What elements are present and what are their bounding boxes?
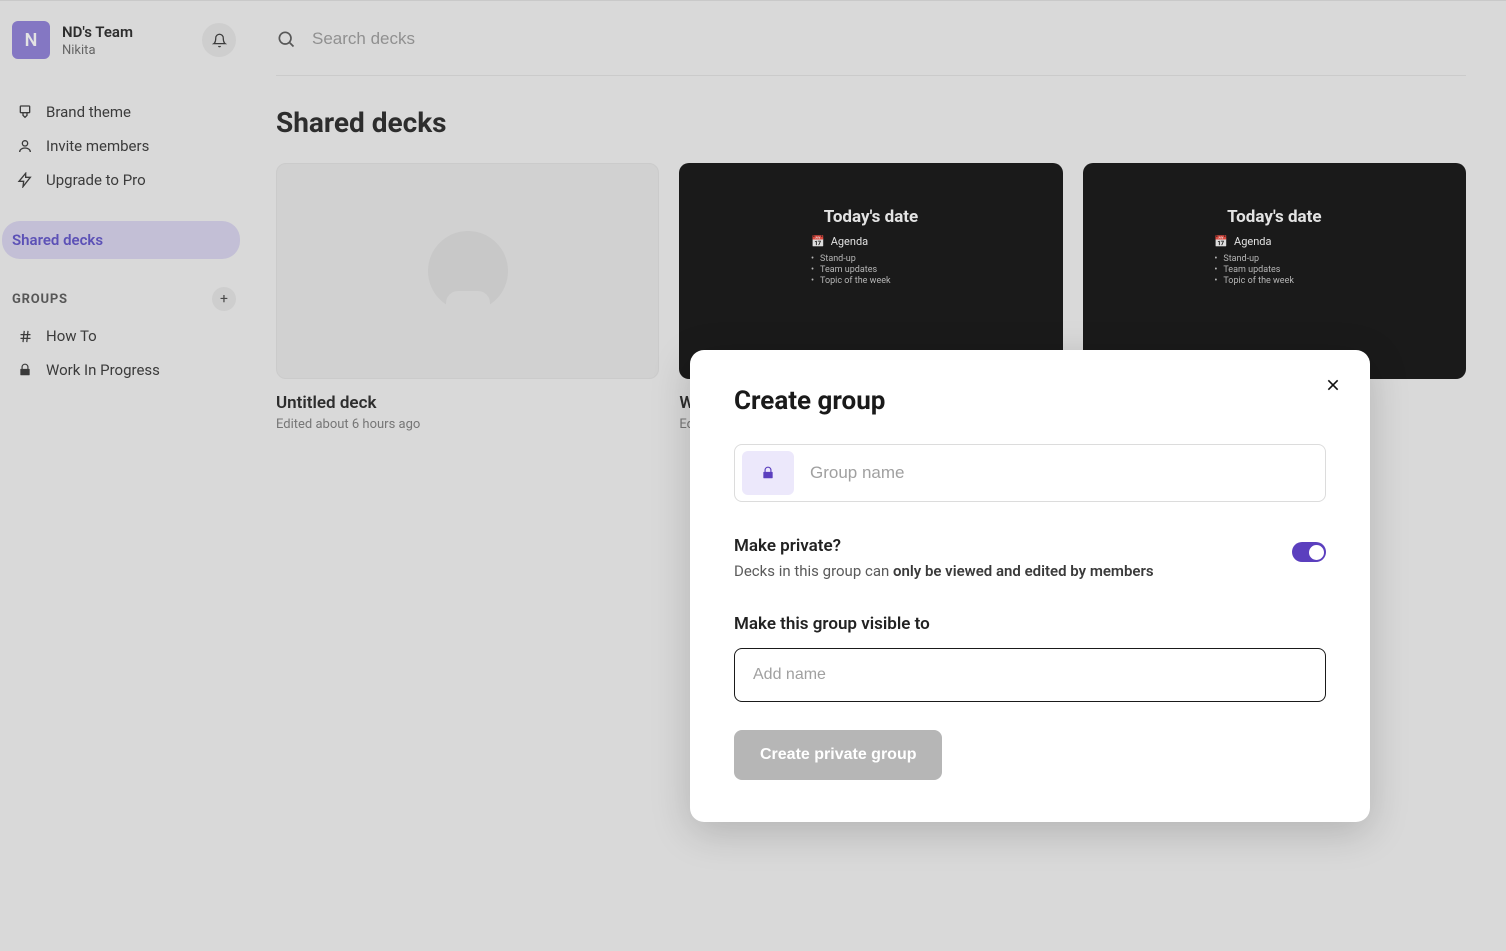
visible-to-input[interactable] <box>734 648 1326 702</box>
create-group-modal: Create group Make private? Decks in this… <box>690 350 1370 822</box>
group-privacy-icon-button[interactable] <box>742 451 794 495</box>
visible-to-label: Make this group visible to <box>734 614 1326 634</box>
close-button[interactable] <box>1318 370 1348 400</box>
lock-icon <box>761 466 775 480</box>
make-private-toggle[interactable] <box>1292 542 1326 562</box>
create-group-button[interactable]: Create private group <box>734 730 942 780</box>
make-private-description: Decks in this group can only be viewed a… <box>734 562 1154 580</box>
group-name-field[interactable] <box>734 444 1326 502</box>
make-private-label: Make private? <box>734 536 1154 556</box>
close-icon <box>1325 377 1341 393</box>
group-name-input[interactable] <box>794 463 1325 483</box>
modal-title: Create group <box>734 386 1326 416</box>
